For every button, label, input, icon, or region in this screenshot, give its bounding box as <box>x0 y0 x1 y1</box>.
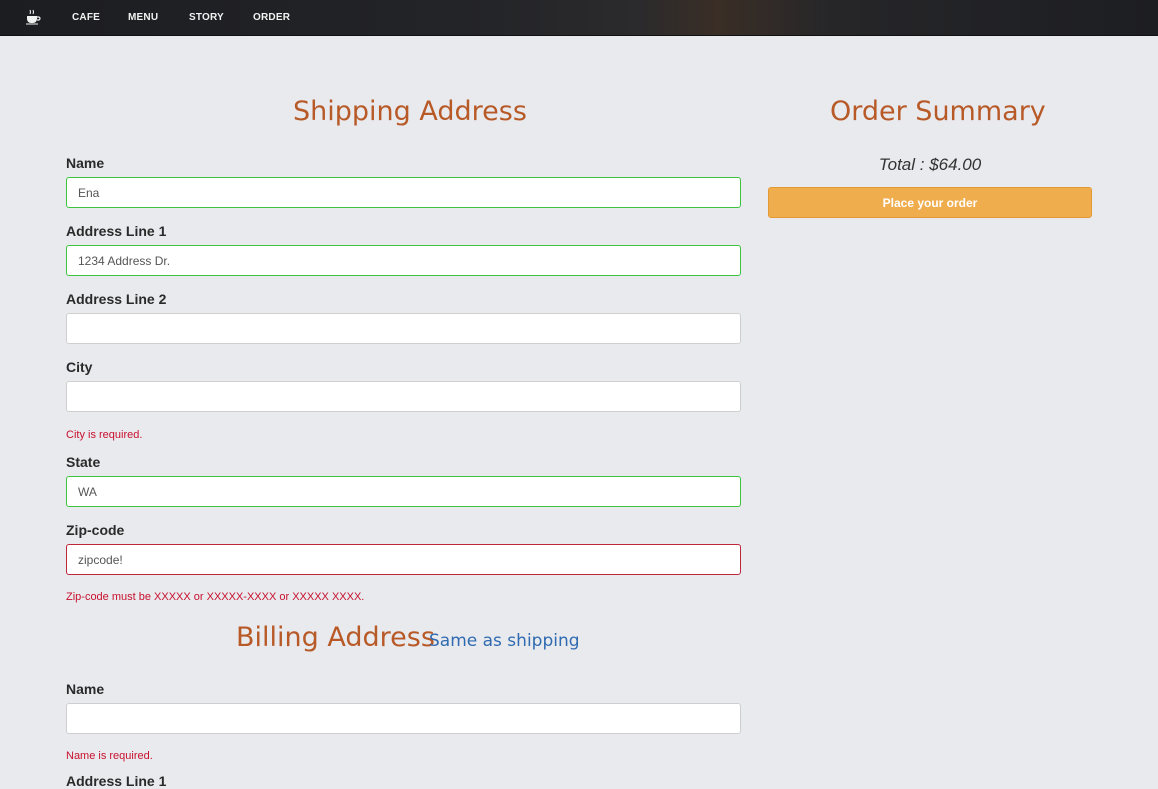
shipping-zip-label: Zip-code <box>66 522 125 538</box>
shipping-address2-input[interactable] <box>66 313 741 344</box>
shipping-zip-input[interactable] <box>66 544 741 575</box>
shipping-address-title: Shipping Address <box>293 96 527 127</box>
nav-menu[interactable]: MENU <box>128 12 158 23</box>
shipping-address1-label: Address Line 1 <box>66 223 167 239</box>
top-navbar: CAFE MENU STORY ORDER <box>0 0 1158 36</box>
same-as-shipping-link[interactable]: Same as shipping <box>429 631 580 651</box>
billing-name-error-message: Name is required. <box>66 750 153 762</box>
nav-cafe[interactable]: CAFE <box>72 12 100 23</box>
shipping-address1-input[interactable] <box>66 245 741 276</box>
billing-address1-label: Address Line 1 <box>66 773 167 789</box>
nav-order[interactable]: ORDER <box>253 12 290 23</box>
shipping-city-label: City <box>66 359 93 375</box>
coffee-cup-icon[interactable] <box>24 8 42 26</box>
order-summary-title: Order Summary <box>830 96 1046 127</box>
place-order-button[interactable]: Place your order <box>768 187 1092 218</box>
zip-error-message: Zip-code must be XXXXX or XXXXX-XXXX or … <box>66 591 365 603</box>
shipping-name-label: Name <box>66 155 105 171</box>
shipping-state-input[interactable] <box>66 476 741 507</box>
billing-name-label: Name <box>66 681 105 697</box>
billing-name-input[interactable] <box>66 703 741 734</box>
nav-story[interactable]: STORY <box>189 12 224 23</box>
shipping-state-label: State <box>66 454 101 470</box>
shipping-address2-label: Address Line 2 <box>66 291 167 307</box>
billing-address-title: Billing Address <box>236 622 435 653</box>
shipping-name-input[interactable] <box>66 177 741 208</box>
order-total: Total : $64.00 <box>878 155 982 174</box>
city-error-message: City is required. <box>66 429 143 441</box>
shipping-city-input[interactable] <box>66 381 741 412</box>
